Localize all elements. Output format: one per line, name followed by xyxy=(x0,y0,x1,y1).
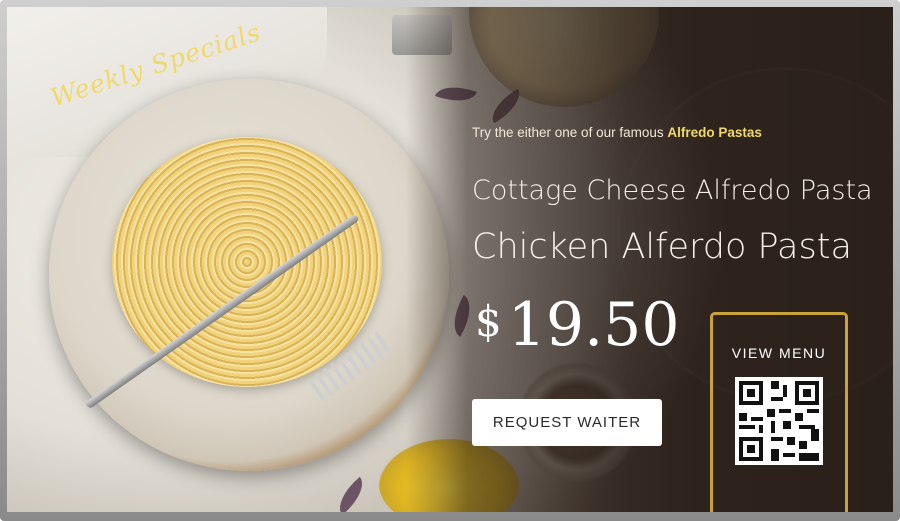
signage-screen: Weekly Specials Try the either one of ou… xyxy=(7,7,893,512)
display-frame: Weekly Specials Try the either one of ou… xyxy=(0,0,900,521)
qr-code-graphic xyxy=(735,377,823,465)
menu-item-2: Chicken Alferdo Pasta xyxy=(472,227,852,267)
price: $19.50 xyxy=(475,289,680,358)
price-value: 19.50 xyxy=(507,290,680,360)
tagline: Try the either one of our famous Alfredo… xyxy=(472,125,762,140)
tagline-prefix: Try the either one of our famous xyxy=(472,125,668,140)
view-menu-panel[interactable]: VIEW MENU xyxy=(710,312,848,512)
qr-code-icon[interactable] xyxy=(735,377,823,465)
request-waiter-button[interactable]: REQUEST WAITER xyxy=(472,399,662,446)
tagline-highlight: Alfredo Pastas xyxy=(667,125,762,140)
view-menu-label: VIEW MENU xyxy=(731,345,827,361)
price-currency: $ xyxy=(475,297,502,346)
menu-item-1: Cottage Cheese Alfredo Pasta xyxy=(472,175,873,206)
